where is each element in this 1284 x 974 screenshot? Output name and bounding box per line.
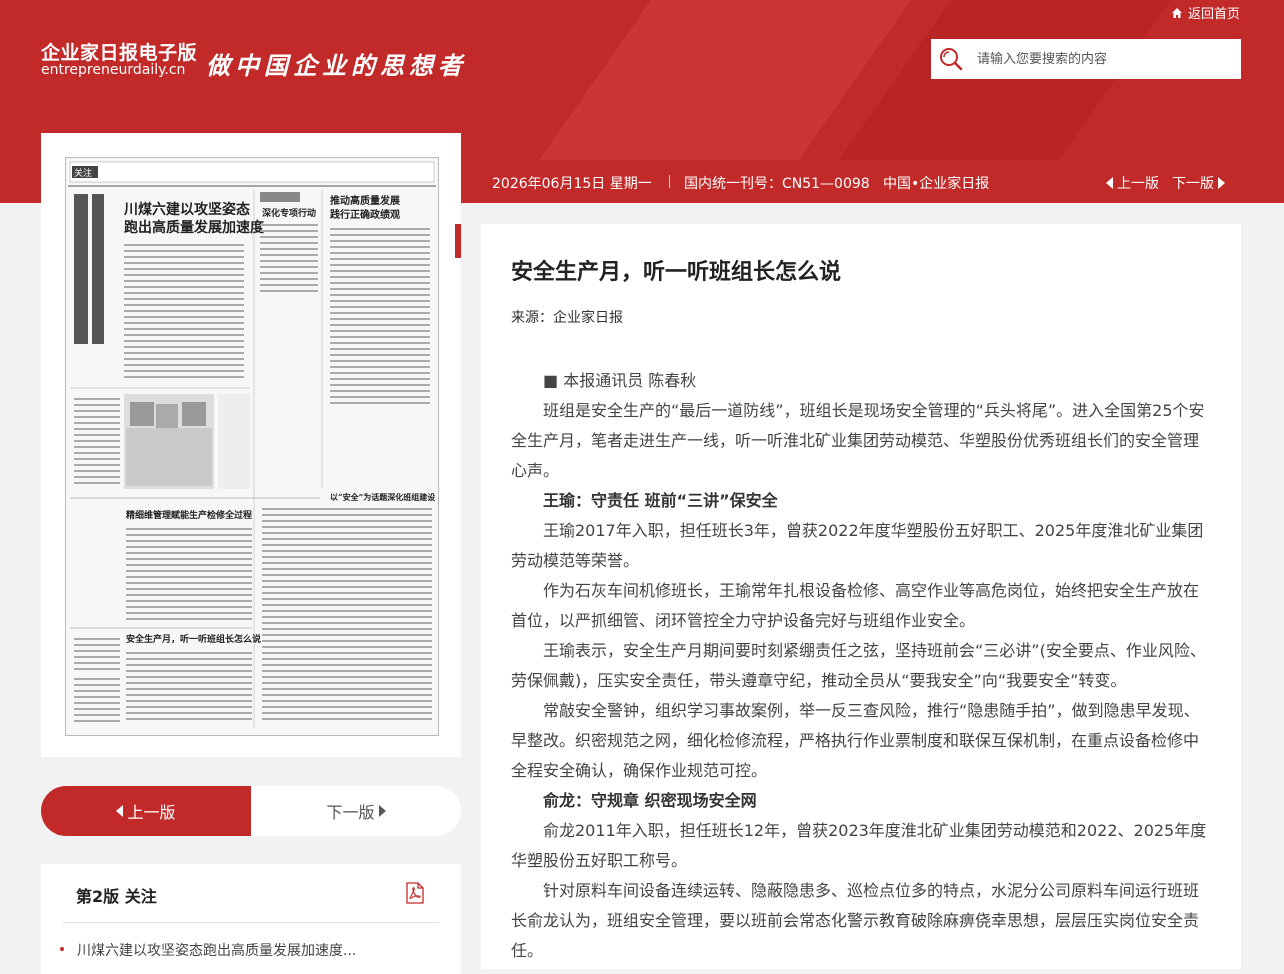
chevron-left-icon [116,805,124,817]
prev-page-button[interactable]: 上一版 [41,786,251,836]
toc-divider [63,922,439,923]
article-paragraph: 作为石灰车间机修班长，王瑜常年扎根设备检修、高空作业等高危岗位，始终把安全生产放… [511,581,1200,630]
search-input[interactable] [975,50,1229,68]
site-logo-domain[interactable]: entrepreneurdaily.cn [41,62,185,78]
svg-text:精细维管理赋能生产检修全过程: 精细维管理赋能生产检修全过程 [126,509,252,521]
home-link-label[interactable]: 返回首页 [1188,3,1240,22]
home-link[interactable]: 返回首页 [1171,3,1240,22]
infobar-prev-button[interactable]: 上一版 [1106,173,1159,193]
article-paragraph: 王瑜2017年入职，担任班长3年，曾获2022年度华塑股份五好职工、2025年度… [511,521,1204,570]
newspaper-page-card: 关注 川煤六建以攻坚姿态 跑出高质量发展加速度 深化专项行动 推动高质量发展 践… [41,133,461,757]
issue-issn: 国内统一刊号：CN51—0098 [684,176,870,192]
article-title: 安全生产月，听一听班组长怎么说 [511,260,842,285]
article-paragraph: 班组是安全生产的“最后一道防线”，班组长是现场安全管理的“兵头将尾”。进入全国第… [511,401,1205,480]
article-subheading: 王瑜：守责任 班前“三讲”保安全 [543,491,778,510]
article-paragraph: 俞龙2011年入职，担任班长12年，曾获2023年度淮北矿业集团劳动模范和202… [511,821,1207,870]
site-logo-title[interactable]: 企业家日报电子版 [41,38,197,65]
toc-item[interactable]: 川煤六建以攻坚姿态跑出高质量发展加速度... [59,940,356,960]
article-subheading: 俞龙：守规章 织密现场安全网 [543,791,757,810]
chevron-left-icon [1106,177,1113,189]
next-page-button[interactable]: 下一版 [251,786,461,836]
pdf-icon[interactable] [405,882,425,904]
home-icon [1171,7,1182,18]
article-paragraph: 针对原料车间设备连续运转、隐蔽隐患多、巡检点位多的特点，水泥分公司原料车间运行班… [511,881,1200,960]
svg-text:践行正确政绩观: 践行正确政绩观 [330,208,400,221]
chevron-right-icon [378,805,386,817]
svg-text:深化专项行动: 深化专项行动 [262,207,316,219]
site-slogan: 做中国企业的思想者 [206,51,467,80]
svg-text:川煤六建以攻坚姿态: 川煤六建以攻坚姿态 [123,201,250,218]
search-icon[interactable] [937,45,965,73]
issue-org: 中国•企业家日报 [883,176,990,192]
article-paragraph: ■ 本报通讯员 陈春秋 [543,371,697,390]
toc-title: 第2版 关注 [76,887,157,906]
article-paragraph: 常敲安全警钟，组织学习事故案例，举一反三查风险，推行“隐患随手拍”，做到隐患早发… [511,701,1200,780]
article-body: ■ 本报通讯员 陈春秋班组是安全生产的“最后一道防线”，班组长是现场安全管理的“… [511,366,1211,966]
article-panel: 安全生产月，听一听班组长怎么说 来源：企业家日报 ■ 本报通讯员 陈春秋班组是安… [481,224,1241,969]
next-page-label: 下一版 [326,803,375,822]
thumb-masthead: 关注 [74,167,92,179]
search-box[interactable] [931,39,1241,79]
svg-text:跑出高质量发展加速度: 跑出高质量发展加速度 [124,219,265,236]
infobar-next-label: 下一版 [1172,176,1214,192]
infobar-prev-label: 上一版 [1117,176,1159,192]
article-paragraph: 王瑜表示，安全生产月期间要时刻紧绷责任之弦，坚持班前会“三必讲”(安全要点、作业… [511,641,1206,690]
page-toc: 第2版 关注 川煤六建以攻坚姿态跑出高质量发展加速度... [41,864,461,974]
infobar-next-button[interactable]: 下一版 [1172,173,1225,193]
issue-info-bar: 2026年06月15日 星期一 国内统一刊号：CN51—0098 中国•企业家日… [481,160,1241,203]
newspaper-page-thumbnail[interactable]: 关注 川煤六建以攻坚姿态 跑出高质量发展加速度 深化专项行动 推动高质量发展 践… [65,157,439,736]
current-article-marker [455,224,461,258]
svg-text:以“安全”为话题深化班组建设: 以“安全”为话题深化班组建设 [330,492,435,502]
prev-page-label: 上一版 [127,803,176,822]
issue-date: 2026年06月15日 星期一 [492,176,652,192]
article-source: 来源：企业家日报 [511,310,623,326]
page-pager: 上一版 下一版 [41,786,461,836]
chevron-right-icon [1218,177,1225,189]
svg-text:推动高质量发展: 推动高质量发展 [330,194,400,207]
info-separator [669,175,670,188]
svg-text:安全生产月，听一听班组长怎么说: 安全生产月，听一听班组长怎么说 [126,633,261,645]
